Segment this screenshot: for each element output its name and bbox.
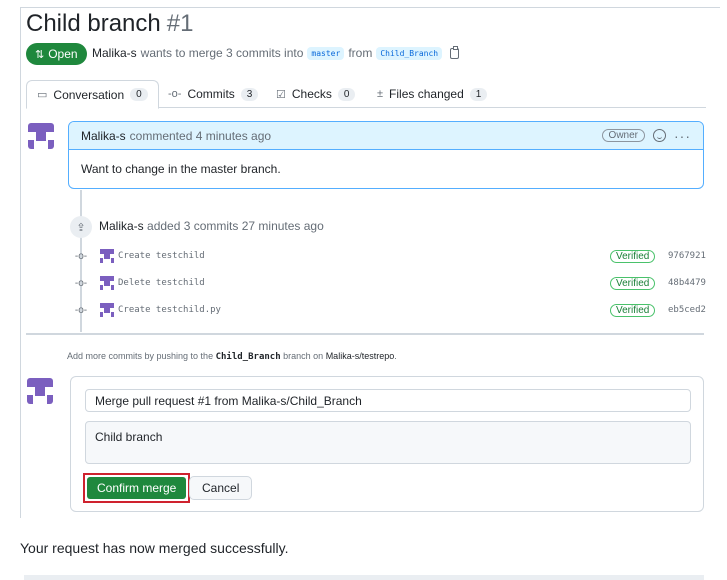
hint-branch: Child_Branch: [215, 352, 281, 362]
pr-number: #1: [166, 10, 194, 37]
commit-icon: -o-: [168, 88, 182, 100]
pr-meta: Malika-s wants to merge 3 commits into m…: [92, 45, 460, 60]
success-message: Your request has now merged successfully…: [20, 540, 289, 556]
conversation-icon: ▭: [37, 89, 48, 101]
page-title: Child branch #1: [26, 10, 193, 38]
commit-message[interactable]: Delete testchild: [118, 278, 205, 288]
list-item: -o- Create testchild.py Verified eb5ced2: [74, 300, 706, 320]
tab-counter: 1: [469, 87, 488, 101]
tab-commits[interactable]: -o- Commits 3: [168, 80, 259, 108]
tab-files-changed[interactable]: ± Files changed 1: [377, 80, 488, 108]
avatar[interactable]: [28, 123, 54, 149]
comment-header: Malika-s commented 4 minutes ago Owner ·…: [69, 122, 703, 150]
comment-card: Malika-s commented 4 minutes ago Owner ·…: [68, 121, 704, 189]
pr-title-text: Child branch: [26, 10, 161, 37]
avatar[interactable]: [100, 303, 114, 317]
comment-body: Want to change in the master branch.: [81, 162, 281, 176]
tab-counter: 3: [240, 87, 259, 101]
cancel-button[interactable]: Cancel: [189, 476, 253, 500]
verified-badge[interactable]: Verified: [610, 303, 656, 317]
commit-icon: -o-: [74, 304, 88, 316]
commit-sha[interactable]: 48b4479: [668, 278, 706, 288]
merge-message-textarea[interactable]: Child branch: [85, 421, 691, 464]
commit-icon: -o-: [74, 250, 88, 262]
kebab-menu-icon[interactable]: ···: [674, 128, 691, 144]
pull-request-icon: ⇅: [35, 48, 45, 61]
list-item: -o- Create testchild Verified 9767921: [74, 246, 706, 266]
pr-tabs: ▭ Conversation 0 -o- Commits 3 ☑ Checks …: [26, 80, 706, 109]
smiley-icon[interactable]: [653, 129, 666, 142]
tab-label: Checks: [291, 87, 332, 101]
merge-title-input[interactable]: Merge pull request #1 from Malika-s/Chil…: [85, 389, 691, 412]
merge-form: Merge pull request #1 from Malika-s/Chil…: [70, 376, 704, 512]
pr-author-link[interactable]: Malika-s: [92, 46, 137, 60]
commit-message[interactable]: Create testchild: [118, 251, 205, 261]
avatar[interactable]: [100, 249, 114, 263]
commit-icon: -o-: [74, 277, 88, 289]
pr-from-text: from: [348, 46, 373, 60]
commit-sha[interactable]: eb5ced2: [668, 305, 706, 315]
push-event: Malika-s added 3 commits 27 minutes ago: [99, 219, 324, 233]
bottom-bar: [24, 575, 704, 580]
repo-push-icon: ⇪: [70, 216, 92, 238]
avatar[interactable]: [27, 378, 53, 404]
owner-badge: Owner: [601, 129, 645, 142]
checklist-icon: ☑: [276, 88, 286, 101]
push-author[interactable]: Malika-s: [99, 219, 144, 233]
tab-counter: 0: [130, 88, 148, 101]
list-item: -o- Delete testchild Verified 48b4479: [74, 273, 706, 293]
tab-checks[interactable]: ☑ Checks 0: [276, 80, 356, 108]
tab-label: Conversation: [53, 87, 125, 102]
base-branch-label[interactable]: master: [307, 46, 345, 60]
verified-badge[interactable]: Verified: [610, 276, 656, 290]
comment-meta[interactable]: commented 4 minutes ago: [130, 129, 271, 143]
copy-icon[interactable]: [450, 45, 460, 59]
hint-suffix: .: [394, 351, 397, 361]
head-branch-label[interactable]: Child_Branch: [376, 46, 443, 60]
avatar[interactable]: [100, 276, 114, 290]
hint-middle: branch on: [283, 351, 324, 361]
timeline-divider: [26, 333, 704, 335]
push-hint: Add more commits by pushing to the Child…: [67, 351, 397, 362]
push-text: added 3 commits 27 minutes ago: [147, 219, 324, 233]
tab-label: Commits: [187, 87, 235, 101]
tab-counter: 0: [337, 87, 356, 101]
commit-sha[interactable]: 9767921: [668, 251, 706, 261]
verified-badge[interactable]: Verified: [610, 249, 656, 263]
tab-conversation[interactable]: ▭ Conversation 0: [26, 80, 159, 109]
hint-repo-link[interactable]: Malika-s/testrepo: [326, 351, 395, 361]
hint-prefix: Add more commits by pushing to the: [67, 351, 214, 361]
pr-state-label: Open: [48, 47, 78, 61]
commit-message[interactable]: Create testchild.py: [118, 305, 221, 315]
confirm-merge-button[interactable]: Confirm merge: [87, 477, 187, 499]
diff-icon: ±: [377, 88, 384, 100]
highlight-box: Confirm merge: [83, 473, 191, 503]
pr-state-badge: ⇅ Open: [26, 43, 87, 65]
comment-author[interactable]: Malika-s: [81, 129, 126, 143]
tab-label: Files changed: [389, 87, 464, 101]
pr-merge-text: wants to merge 3 commits into: [140, 46, 304, 60]
